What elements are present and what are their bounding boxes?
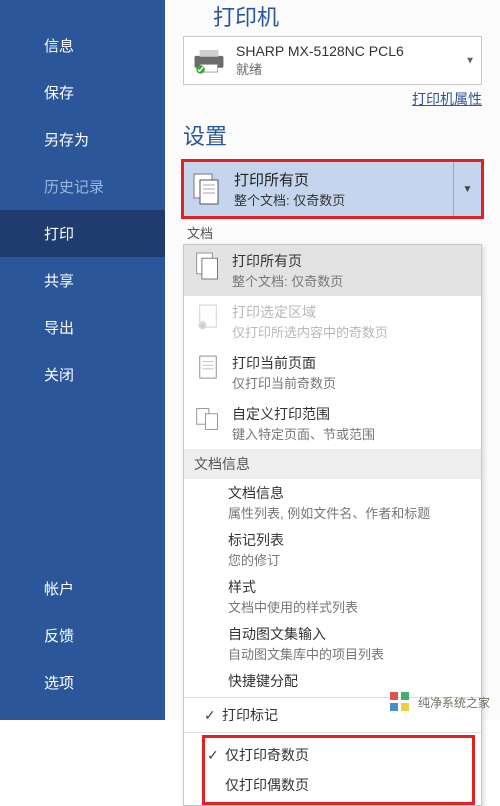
print-range-dropdown: 打印所有页 整个文档: 仅奇数页 + 打印选定区域 仅打印所选内容中的奇数页 bbox=[183, 244, 482, 806]
watermark: 纯净系统之家 bbox=[388, 690, 490, 714]
page-range-icon bbox=[195, 405, 221, 433]
dd-only-even-toggle[interactable]: 仅打印偶数页 bbox=[205, 770, 472, 800]
page-icon bbox=[197, 354, 219, 382]
settings-heading: 设置 bbox=[183, 119, 482, 151]
pages-icon bbox=[195, 251, 221, 281]
printer-selector[interactable]: SHARP MX-5128NC PCL6 就绪 ▼ bbox=[183, 36, 482, 85]
nav-share[interactable]: 共享 bbox=[0, 257, 165, 304]
nav-options[interactable]: 选项 bbox=[0, 659, 165, 706]
print-range-selector[interactable]: 打印所有页 整个文档: 仅奇数页 ▼ bbox=[183, 161, 482, 217]
dd-group-docinfo: 文档信息 bbox=[184, 449, 481, 479]
dd-print-custom[interactable]: 自定义打印范围 键入特定页面、节或范围 bbox=[184, 398, 481, 449]
nav-feedback[interactable]: 反馈 bbox=[0, 612, 165, 659]
check-icon bbox=[207, 777, 225, 793]
dd-docinfo[interactable]: 文档信息 属性列表, 例如文件名、作者和标题 bbox=[184, 479, 481, 526]
print-range-title: 打印所有页 bbox=[234, 169, 345, 190]
nav-info[interactable]: 信息 bbox=[0, 22, 165, 69]
nav-close[interactable]: 关闭 bbox=[0, 351, 165, 398]
printer-icon bbox=[192, 47, 226, 75]
odd-even-highlight: ✓ 仅打印奇数页 仅打印偶数页 bbox=[202, 735, 475, 805]
chevron-down-icon[interactable]: ▼ bbox=[453, 162, 481, 216]
main-pane: 打印机 SHARP MX-5128NC PCL6 就绪 ▼ 打印机属性 设置 bbox=[165, 0, 500, 720]
nav-history[interactable]: 历史记录 bbox=[0, 163, 165, 210]
dd-print-all[interactable]: 打印所有页 整个文档: 仅奇数页 bbox=[184, 245, 481, 296]
print-range-subtitle: 整个文档: 仅奇数页 bbox=[234, 190, 345, 209]
pages-icon bbox=[192, 172, 222, 206]
printer-properties-link[interactable]: 打印机属性 bbox=[183, 89, 482, 109]
printer-heading: 打印机 bbox=[213, 0, 482, 32]
check-icon: ✓ bbox=[204, 707, 222, 724]
check-icon: ✓ bbox=[207, 747, 225, 764]
svg-text:+: + bbox=[200, 321, 204, 330]
watermark-logo-icon bbox=[388, 690, 412, 714]
nav-export[interactable]: 导出 bbox=[0, 304, 165, 351]
dd-styles[interactable]: 样式 文档中使用的样式列表 bbox=[184, 573, 481, 620]
dd-markup-list[interactable]: 标记列表 您的修订 bbox=[184, 526, 481, 573]
page-selection-icon: + bbox=[197, 303, 219, 331]
printer-status: 就绪 bbox=[236, 59, 404, 78]
chevron-down-icon: ▼ bbox=[465, 55, 475, 66]
dd-autotext[interactable]: 自动图文集输入 自动图文集库中的项目列表 bbox=[184, 620, 481, 667]
printer-name: SHARP MX-5128NC PCL6 bbox=[236, 43, 404, 59]
nav-save[interactable]: 保存 bbox=[0, 69, 165, 116]
nav-account[interactable]: 帐户 bbox=[0, 565, 165, 612]
doc-label: 文档 bbox=[187, 223, 482, 242]
dd-print-selection: + 打印选定区域 仅打印所选内容中的奇数页 bbox=[184, 296, 481, 347]
dd-only-odd-toggle[interactable]: ✓ 仅打印奇数页 bbox=[205, 740, 472, 770]
backstage-sidebar: 信息 保存 另存为 历史记录 打印 共享 导出 关闭 帐户 反馈 选项 bbox=[0, 0, 165, 720]
dd-print-current[interactable]: 打印当前页面 仅打印当前奇数页 bbox=[184, 347, 481, 398]
nav-save-as[interactable]: 另存为 bbox=[0, 116, 165, 163]
nav-print[interactable]: 打印 bbox=[0, 210, 165, 257]
